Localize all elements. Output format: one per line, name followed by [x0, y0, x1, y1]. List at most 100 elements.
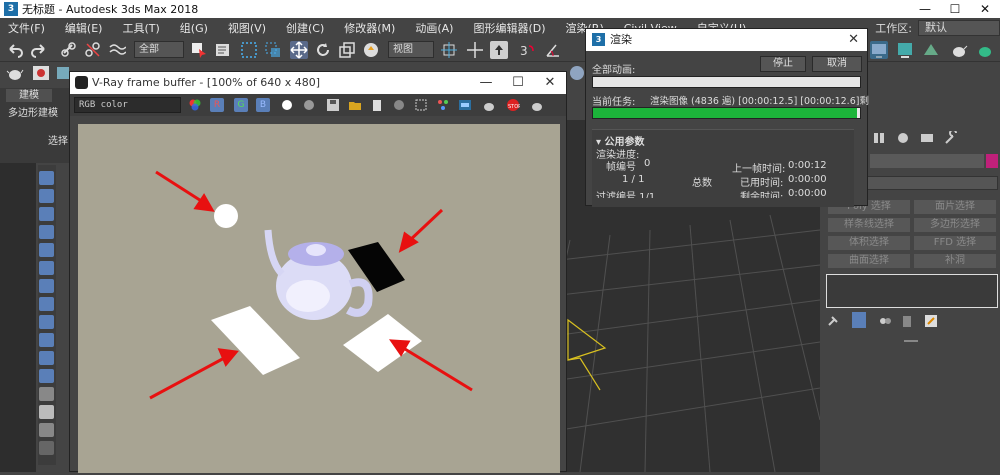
- snaps-3d-icon[interactable]: 3: [518, 41, 536, 59]
- load-image-icon[interactable]: [348, 98, 362, 112]
- color-channels-icon[interactable]: [188, 98, 202, 112]
- render-teapot-icon[interactable]: [530, 98, 544, 112]
- menu-create[interactable]: 创建(C): [278, 20, 336, 36]
- show-end-result-icon[interactable]: [852, 312, 866, 328]
- select-by-name-icon[interactable]: [214, 41, 232, 59]
- blue-channel-toggle-icon[interactable]: B: [256, 98, 270, 112]
- menu-group[interactable]: 组(G): [172, 20, 220, 36]
- window-crossing-icon[interactable]: [264, 41, 282, 59]
- vfb-maximize-button[interactable]: ☐: [502, 72, 534, 94]
- vfb-minimize-button[interactable]: —: [470, 72, 502, 94]
- redo-icon[interactable]: [30, 41, 48, 59]
- rect-selection-icon[interactable]: [240, 41, 258, 59]
- render-dialog-title-bar[interactable]: 3 渲染 ✕: [586, 29, 867, 51]
- undo-icon[interactable]: [6, 41, 24, 59]
- select-manipulate-icon[interactable]: [466, 41, 484, 59]
- stop-render-icon[interactable]: STOP: [506, 98, 520, 112]
- render-dialog-close-button[interactable]: ✕: [848, 29, 859, 51]
- surface-select-button[interactable]: 曲面选择: [828, 254, 910, 268]
- document-icon[interactable]: [39, 405, 54, 419]
- render-iterative-icon[interactable]: [976, 41, 994, 59]
- motion-tab-icon[interactable]: [896, 131, 910, 145]
- link-icon[interactable]: [60, 41, 78, 59]
- reference-coord-dropdown[interactable]: 视图: [388, 41, 434, 58]
- tab-polygon-modeling[interactable]: 多边形建模: [8, 104, 58, 119]
- modifier-stack[interactable]: [826, 274, 998, 308]
- red-channel-toggle-icon[interactable]: R: [210, 98, 224, 112]
- minimize-button[interactable]: —: [910, 0, 940, 18]
- maximize-button[interactable]: ☐: [940, 0, 970, 18]
- pin-stack-icon[interactable]: [826, 314, 840, 328]
- keyboard-shortcut-icon[interactable]: [490, 41, 508, 59]
- vfb-close-button[interactable]: ✕: [534, 72, 566, 94]
- close-button[interactable]: ✕: [970, 0, 1000, 18]
- spline-select-button[interactable]: 样条线选择: [828, 218, 910, 232]
- make-unique-icon[interactable]: [878, 314, 892, 328]
- tab-modeling[interactable]: 建模: [6, 89, 52, 102]
- panel-divider[interactable]: [904, 340, 918, 342]
- rendered-frame-window-icon[interactable]: [896, 41, 914, 59]
- select-object-icon[interactable]: [190, 41, 208, 59]
- patch-select-button[interactable]: 面片选择: [914, 200, 996, 214]
- monochrome-icon[interactable]: [302, 98, 316, 112]
- render-frame-icon[interactable]: [56, 65, 70, 81]
- angle-snap-icon[interactable]: [544, 41, 562, 59]
- lens-effects-icon[interactable]: [436, 98, 450, 112]
- filter-spacewarps-icon[interactable]: [39, 261, 54, 275]
- region-render-icon[interactable]: [414, 98, 428, 112]
- hierarchy-tab-icon[interactable]: [872, 131, 886, 145]
- green-channel-toggle-icon[interactable]: G: [234, 98, 248, 112]
- filter-cameras-icon[interactable]: [39, 225, 54, 239]
- pivot-icon[interactable]: [440, 41, 458, 59]
- selection-filter-dropdown[interactable]: 全部: [134, 41, 184, 58]
- object-name-field[interactable]: [870, 154, 984, 168]
- utilities-tab-icon[interactable]: [944, 131, 958, 145]
- filter-groups-icon[interactable]: [39, 279, 54, 293]
- filter-bones-icon[interactable]: [39, 315, 54, 329]
- color-correction-icon[interactable]: [458, 98, 472, 112]
- teapot-render-icon[interactable]: [950, 41, 968, 59]
- history-icon[interactable]: [392, 98, 406, 112]
- ffd-select-button[interactable]: FFD 选择: [914, 236, 996, 250]
- filter-shapes-icon[interactable]: [39, 189, 54, 203]
- clear-image-icon[interactable]: [370, 98, 384, 112]
- menu-edit[interactable]: 编辑(E): [57, 20, 115, 36]
- teapot-icon[interactable]: [6, 65, 24, 81]
- menu-modifiers[interactable]: 修改器(M): [336, 20, 407, 36]
- cap-holes-button[interactable]: 补洞: [914, 254, 996, 268]
- channel-dropdown[interactable]: RGB color: [74, 97, 181, 113]
- sphere-icon[interactable]: [568, 64, 586, 82]
- filter-xrefs-icon[interactable]: [39, 297, 54, 311]
- menu-graph-editors[interactable]: 图形编辑器(D): [465, 20, 557, 36]
- menu-tools[interactable]: 工具(T): [114, 20, 171, 36]
- remove-modifier-icon[interactable]: [900, 314, 914, 328]
- render-production-icon[interactable]: [922, 41, 940, 59]
- menu-animation[interactable]: 动画(A): [407, 20, 465, 36]
- filter-helpers-icon[interactable]: [39, 243, 54, 257]
- workspace-dropdown[interactable]: 默认: [918, 20, 1000, 36]
- cancel-button[interactable]: 取消: [812, 56, 862, 72]
- alpha-channel-icon[interactable]: [280, 98, 294, 112]
- object-color-swatch[interactable]: [986, 154, 998, 168]
- save-image-icon[interactable]: [326, 98, 340, 112]
- teapot-render-last-icon[interactable]: [482, 98, 496, 112]
- filter-geometry-icon[interactable]: [39, 171, 54, 185]
- configure-modifier-sets-icon[interactable]: [924, 314, 938, 328]
- render-setup-icon[interactable]: [870, 41, 888, 59]
- select-menu-label[interactable]: 选择: [48, 132, 68, 147]
- volume-select-button[interactable]: 体积选择: [828, 236, 910, 250]
- polygon-select-button[interactable]: 多边形选择: [914, 218, 996, 232]
- bind-space-warp-icon[interactable]: [108, 41, 126, 59]
- filter-particles-icon[interactable]: [39, 351, 54, 365]
- rotate-icon[interactable]: [314, 41, 332, 59]
- material-editor-icon[interactable]: [32, 65, 50, 81]
- info-icon[interactable]: [39, 423, 54, 437]
- filter-lights-icon[interactable]: [39, 207, 54, 221]
- display-toggle-icon[interactable]: [39, 369, 54, 383]
- menu-views[interactable]: 视图(V): [220, 20, 278, 36]
- move-icon[interactable]: [290, 41, 308, 59]
- display-tab-icon[interactable]: [920, 131, 934, 145]
- menu-file[interactable]: 文件(F): [0, 20, 57, 36]
- vfb-title-bar[interactable]: V-Ray frame buffer - [100% of 640 x 480]…: [70, 72, 566, 94]
- filter-containers-icon[interactable]: [39, 333, 54, 347]
